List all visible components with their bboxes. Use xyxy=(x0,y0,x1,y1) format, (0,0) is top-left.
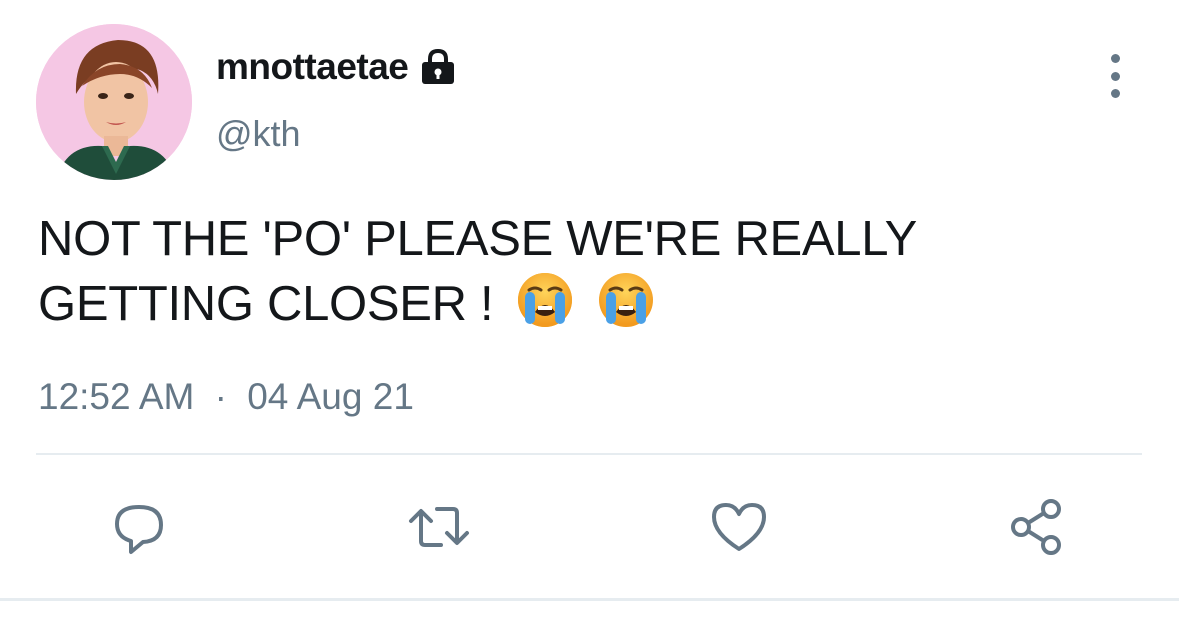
tweet-actions-bar xyxy=(0,492,1179,562)
more-options-button[interactable] xyxy=(1096,54,1134,98)
user-handle[interactable]: @kth xyxy=(216,112,301,156)
more-options-dot xyxy=(1110,89,1120,98)
tweet-card: mnottaetae @kth NOT THE 'PO' PLEASE WE'R… xyxy=(0,0,1179,618)
reply-icon xyxy=(115,505,163,554)
loudly-crying-face-icon xyxy=(515,270,575,330)
lock-icon xyxy=(418,47,458,87)
avatar-image xyxy=(36,24,192,180)
tweet-text-line-1: NOT THE 'PO' PLEASE WE'RE REALLY xyxy=(38,212,917,266)
display-name[interactable]: mnottaetae xyxy=(216,44,409,90)
timestamp-separator: · xyxy=(214,376,227,417)
retweet-icon xyxy=(409,507,469,547)
tweet-text-line-2-text: GETTING CLOSER ! xyxy=(38,277,494,331)
tweet-text: NOT THE 'PO' PLEASE WE'RE REALLY GETTING… xyxy=(38,208,1138,335)
avatar[interactable] xyxy=(36,24,192,180)
tweet-timestamp[interactable]: 12:52 AM · 04 Aug 21 xyxy=(38,374,414,420)
tweet-date: 04 Aug 21 xyxy=(247,376,414,417)
like-icon xyxy=(712,503,766,551)
display-name-row[interactable]: mnottaetae xyxy=(216,44,458,90)
reply-button[interactable] xyxy=(104,492,174,562)
bottom-divider xyxy=(0,598,1179,601)
like-button[interactable] xyxy=(704,492,774,562)
tweet-time: 12:52 AM xyxy=(38,376,195,417)
divider xyxy=(36,453,1142,455)
tweet-text-line-2: GETTING CLOSER ! xyxy=(38,270,1138,335)
more-options-icon xyxy=(1110,54,1120,63)
share-icon xyxy=(1011,499,1061,555)
share-button[interactable] xyxy=(1002,492,1072,562)
loudly-crying-face-icon xyxy=(596,270,656,330)
more-options-dot xyxy=(1110,71,1120,81)
retweet-button[interactable] xyxy=(404,492,474,562)
